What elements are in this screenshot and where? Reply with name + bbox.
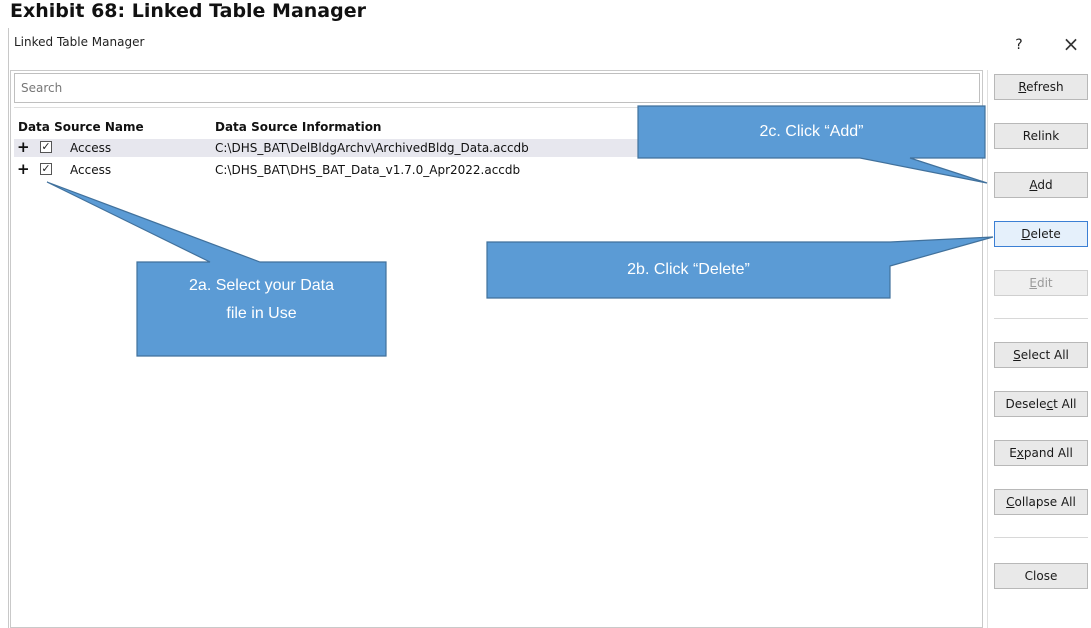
data-source-info: C:\DHS_BAT\DelBldgArchv\ArchivedBldg_Dat… — [215, 141, 529, 155]
delete-button[interactable]: Delete — [994, 221, 1088, 247]
expand-icon[interactable]: + — [17, 160, 30, 178]
exhibit-title: Exhibit 68: Linked Table Manager — [10, 0, 366, 22]
column-header-data-source-information[interactable]: Data Source Information — [215, 120, 381, 134]
data-source-name: Access — [70, 141, 112, 155]
expand-icon[interactable]: + — [17, 138, 30, 156]
add-button[interactable]: Add — [994, 172, 1088, 198]
data-source-name: Access — [70, 163, 112, 177]
button-separator — [994, 537, 1088, 538]
left-rule — [8, 28, 9, 628]
table-row[interactable]: + ✓ Access C:\DHS_BAT\DHS_BAT_Data_v1.7.… — [14, 160, 980, 179]
select-all-button[interactable]: Select All — [994, 342, 1088, 368]
expand-all-button[interactable]: Expand All — [994, 440, 1088, 466]
window-title: Linked Table Manager — [14, 35, 145, 49]
row-checkbox[interactable]: ✓ — [40, 163, 52, 175]
relink-button[interactable]: Relink — [994, 123, 1088, 149]
column-header-data-source-name[interactable]: Data Source Name — [18, 120, 144, 134]
callout-delete-text: 2b. Click “Delete” — [627, 261, 750, 278]
collapse-all-button[interactable]: Collapse All — [994, 489, 1088, 515]
help-button[interactable]: ? — [1009, 37, 1029, 53]
callout-select-text: 2a. Select your Data file in Use — [189, 277, 334, 322]
data-source-info: C:\DHS_BAT\DHS_BAT_Data_v1.7.0_Apr2022.a… — [215, 163, 521, 177]
refresh-button[interactable]: Refresh — [994, 74, 1088, 100]
search-input[interactable] — [14, 73, 980, 103]
close-icon[interactable]: × — [1060, 33, 1082, 55]
callout-add-text: 2c. Click “Add” — [759, 123, 864, 140]
close-button[interactable]: Close — [994, 563, 1088, 589]
deselect-all-button[interactable]: Deselect All — [994, 391, 1088, 417]
search-divider — [14, 107, 980, 108]
button-separator — [994, 318, 1088, 319]
row-checkbox[interactable]: ✓ — [40, 141, 52, 153]
edit-button[interactable]: Edit — [994, 270, 1088, 296]
